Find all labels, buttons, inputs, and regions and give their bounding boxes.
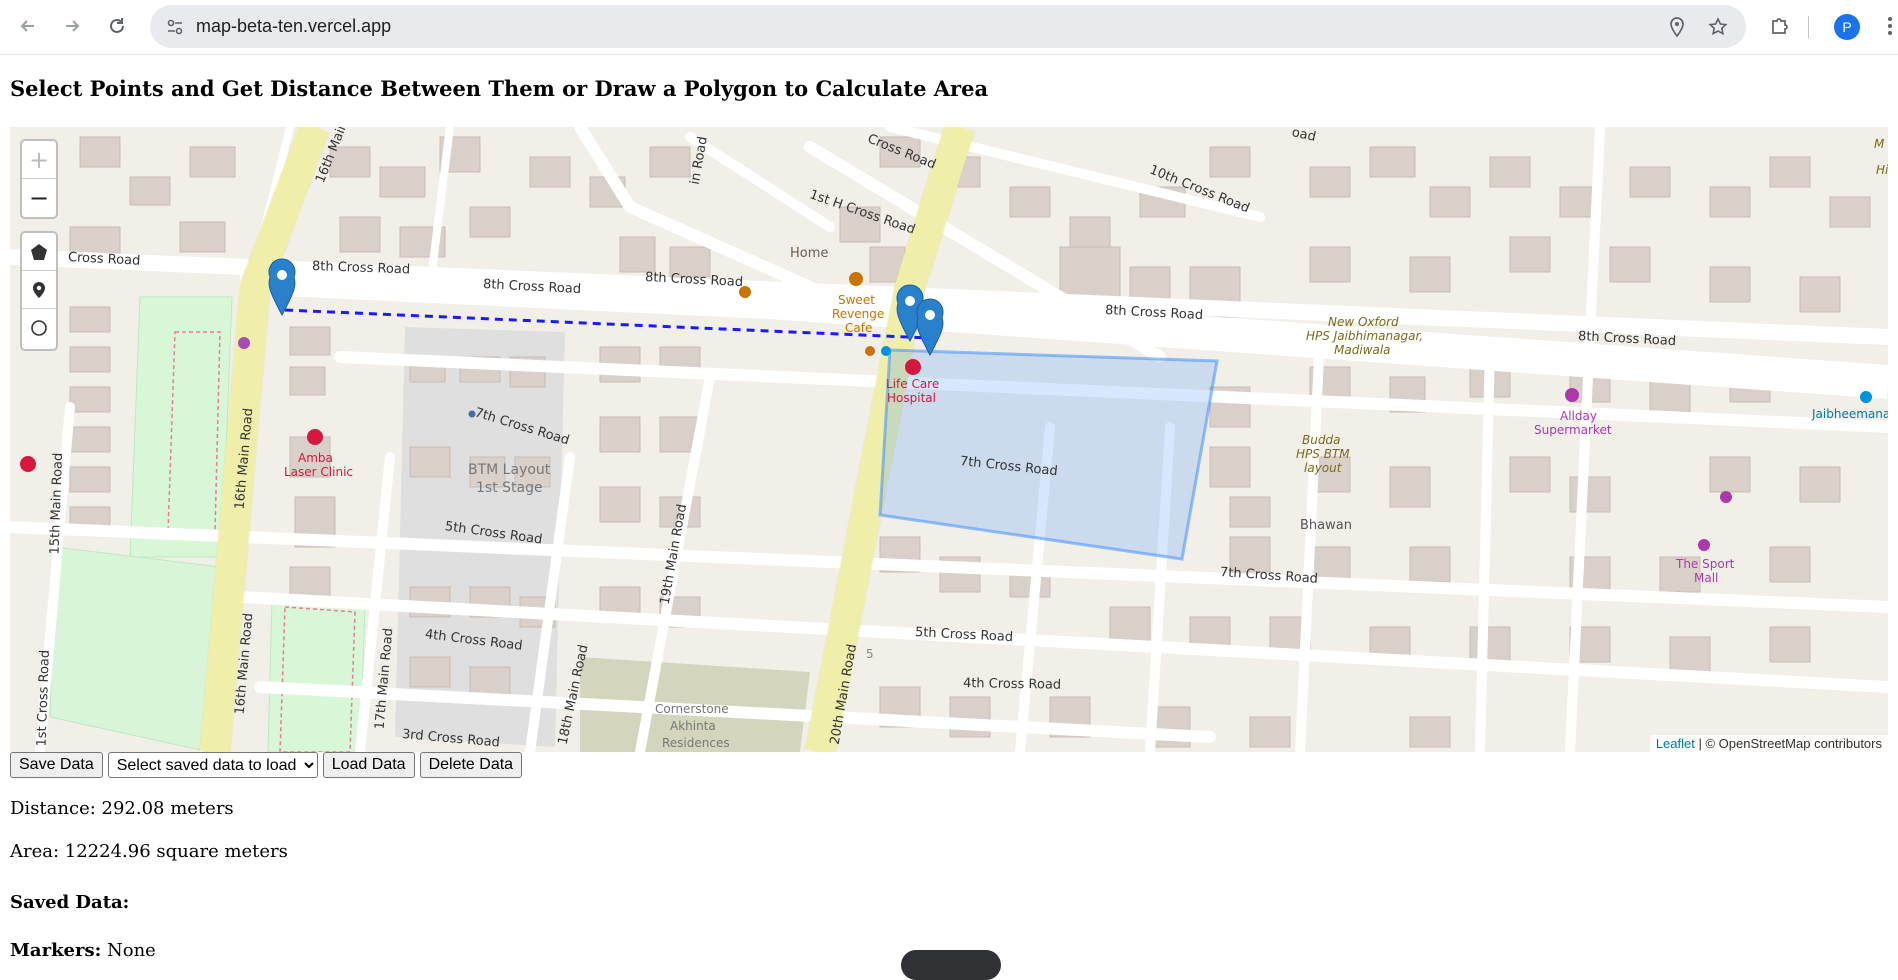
cafe-icon [849, 272, 863, 286]
extensions-button[interactable] [1766, 12, 1794, 40]
marker-icon [33, 281, 45, 298]
save-data-button[interactable]: Save Data [10, 752, 103, 778]
supermarket-icon [1565, 388, 1579, 402]
more-vert-icon [1888, 17, 1892, 35]
place-label-residence: Akhinta [670, 719, 716, 733]
place-label-locality: BTM Layout [468, 462, 551, 478]
place-label-shop: Supermarket [1534, 423, 1612, 437]
bookmark-star-icon[interactable] [1707, 16, 1729, 38]
clinic-icon [20, 456, 36, 472]
reload-button[interactable] [103, 12, 131, 40]
browser-toolbar: map-beta-ten.vercel.app P [0, 0, 1898, 55]
markers-label: Markers: [10, 940, 102, 961]
draw-marker-button[interactable] [22, 271, 56, 309]
map-tiles[interactable] [10, 127, 1888, 752]
clinic-icon [307, 429, 323, 445]
floating-toolbar[interactable] [901, 950, 1001, 980]
markers-value: None [107, 940, 156, 961]
hospital-icon [905, 359, 921, 375]
zoom-out-button[interactable]: − [22, 179, 56, 217]
place-label-cafe: Revenge [832, 307, 885, 321]
back-arrow-icon [20, 20, 34, 32]
leaflet-link[interactable]: Leaflet [1656, 736, 1695, 751]
zoom-control: + − [20, 139, 58, 219]
bus-icon [1860, 391, 1872, 403]
draw-toolbar [20, 231, 58, 351]
place-label-sport: Mall [1694, 571, 1719, 585]
load-data-button[interactable]: Load Data [322, 752, 415, 778]
sport-icon [1720, 491, 1732, 503]
place-label-hospital: Hospital [887, 391, 936, 405]
place-label-school: Madiwala [1334, 343, 1391, 357]
profile-avatar[interactable]: P [1834, 14, 1860, 40]
place-label-residence: Cornerstone [655, 702, 729, 716]
markers-line: Markers: None [10, 940, 156, 961]
data-controls: Save Data Select saved data to load Load… [10, 752, 523, 778]
place-label-bus-stop: Jaibheemana [1812, 407, 1888, 421]
place-label-school: HPS Jaibhimanagar, [1306, 329, 1424, 343]
place-label-shop: Allday [1560, 409, 1597, 423]
bus-icon [881, 346, 891, 356]
place-label-clinic: Amba [298, 451, 333, 465]
location-icon[interactable] [1666, 16, 1688, 38]
distance-readout: Distance: 292.08 meters [10, 798, 234, 819]
house-number-label: 5 [866, 647, 874, 661]
address-bar[interactable]: map-beta-ten.vercel.app [150, 5, 1746, 48]
place-label-sport: The Sport [1676, 557, 1735, 571]
reload-icon [110, 18, 124, 33]
puzzle-icon [1772, 18, 1788, 34]
circle-icon [31, 320, 47, 336]
bar-icon [865, 346, 875, 356]
draw-polygon-button[interactable] [22, 233, 56, 271]
page-title: Select Points and Get Distance Between T… [10, 76, 989, 101]
place-label-home: Home [790, 246, 829, 261]
place-label-school: HPS BTM [1296, 447, 1350, 461]
map-container[interactable]: 8th Cross Road 8th Cross Road 8th Cross … [10, 127, 1888, 752]
delete-data-button[interactable]: Delete Data [419, 752, 523, 778]
place-label-cafe: Sweet [838, 293, 875, 307]
place-label-school: Budda [1302, 433, 1341, 447]
park-area [129, 296, 233, 558]
site-info-icon[interactable] [164, 16, 186, 38]
polygon-icon [31, 243, 47, 260]
map-attribution: Leaflet | © OpenStreetMap contributors [1649, 735, 1888, 752]
attribution-text: | © OpenStreetMap contributors [1698, 736, 1883, 751]
menu-button[interactable] [1876, 12, 1898, 40]
place-label-edge: Hi [1876, 163, 1888, 177]
shop-icon [238, 337, 250, 349]
place-label-cafe: Cafe [845, 321, 873, 335]
saved-data-select[interactable]: Select saved data to load [107, 752, 318, 778]
place-label-building: Bhawan [1300, 518, 1352, 533]
toolbar-separator [1808, 16, 1809, 38]
place-label-school: layout [1304, 461, 1342, 475]
area-readout: Area: 12224.96 square meters [10, 841, 288, 862]
park-area [49, 546, 221, 752]
place-label-locality: 1st Stage [476, 480, 543, 496]
saved-data-heading: Saved Data: [10, 892, 130, 913]
back-button[interactable] [14, 12, 42, 40]
zoom-in-button[interactable]: + [22, 141, 56, 179]
forward-arrow-icon [66, 20, 80, 32]
place-label-edge: M [1874, 137, 1885, 151]
sport-icon [1698, 539, 1710, 551]
draw-circle-button[interactable] [22, 309, 56, 347]
forward-button[interactable] [58, 12, 86, 40]
street-label: 4th Cross Road [962, 676, 1062, 693]
url-text[interactable]: map-beta-ten.vercel.app [196, 5, 391, 48]
place-label-residence: Residences [662, 736, 730, 750]
place-label-school: New Oxford [1328, 315, 1399, 329]
place-label-clinic: Laser Clinic [284, 465, 354, 479]
place-label-hospital: Life Care [886, 377, 940, 391]
